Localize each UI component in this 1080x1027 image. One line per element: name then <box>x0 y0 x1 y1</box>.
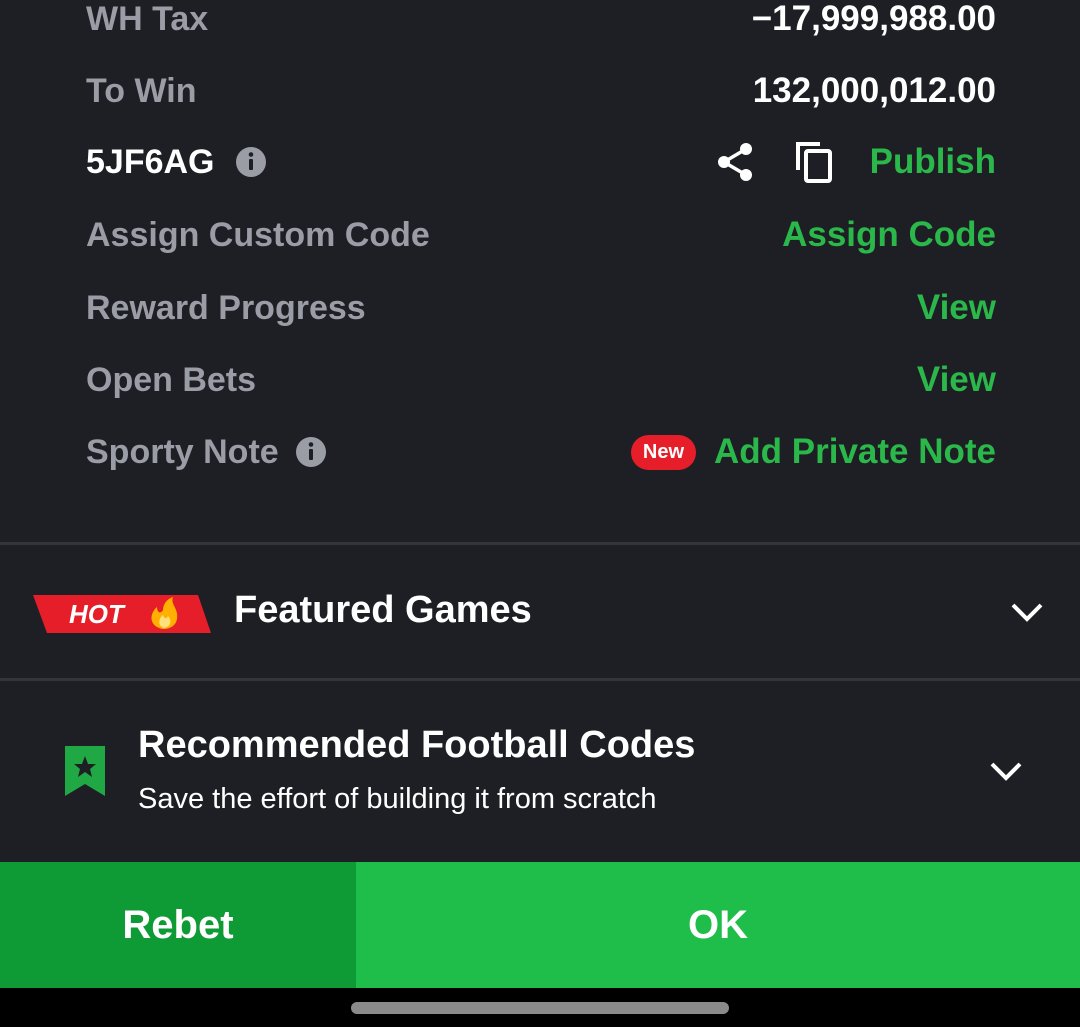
add-private-note-button[interactable]: Add Private Note <box>714 432 996 472</box>
sporty-note-label: Sporty Note <box>86 432 279 471</box>
reward-progress-row: Reward Progress View <box>86 278 996 338</box>
share-icon[interactable] <box>716 142 754 182</box>
bookmark-star-icon <box>65 746 105 796</box>
sporty-note-label-wrap: Sporty Note <box>86 433 327 472</box>
wh-tax-label: WH Tax <box>86 0 209 38</box>
home-gesture-handle[interactable] <box>351 1002 729 1014</box>
wh-tax-row: WH Tax −17,999,988.00 <box>86 0 996 49</box>
rebet-button[interactable]: Rebet <box>0 862 356 988</box>
recommended-title: Recommended Football Codes <box>138 724 696 766</box>
chevron-down-icon[interactable] <box>1010 602 1044 622</box>
sporty-note-row: Sporty Note New Add Private Note <box>86 422 996 482</box>
chevron-down-icon[interactable] <box>989 761 1023 781</box>
to-win-value: 132,000,012.00 <box>752 71 996 110</box>
open-bets-view-button[interactable]: View <box>917 360 996 400</box>
to-win-row: To Win 132,000,012.00 <box>86 61 996 121</box>
info-icon[interactable] <box>295 436 327 468</box>
recommended-codes-header[interactable]: Recommended Football Codes Save the effo… <box>0 681 1080 862</box>
note-actions: New Add Private Note <box>630 432 996 472</box>
hot-badge-text: HOT <box>69 599 126 629</box>
new-badge: New <box>630 434 696 470</box>
booking-code-row: 5JF6AG Publish <box>86 132 996 192</box>
custom-code-label: Assign Custom Code <box>86 215 430 254</box>
publish-button[interactable]: Publish <box>870 142 996 182</box>
booking-code: 5JF6AG <box>86 143 267 182</box>
featured-games-header[interactable]: HOT Featured Games <box>0 545 1080 678</box>
info-icon[interactable] <box>235 146 267 178</box>
custom-code-row: Assign Custom Code Assign Code <box>86 205 996 265</box>
assign-code-button[interactable]: Assign Code <box>782 215 996 255</box>
wh-tax-value: −17,999,988.00 <box>751 0 996 38</box>
booking-actions: Publish <box>716 140 996 184</box>
reward-progress-label: Reward Progress <box>86 288 366 327</box>
recommended-subtitle: Save the effort of building it from scra… <box>138 783 657 815</box>
ok-button[interactable]: OK <box>356 862 1080 988</box>
open-bets-row: Open Bets View <box>86 350 996 410</box>
reward-view-button[interactable]: View <box>917 288 996 328</box>
to-win-label: To Win <box>86 71 197 110</box>
copy-icon[interactable] <box>794 140 834 184</box>
featured-games-title: Featured Games <box>234 589 532 631</box>
open-bets-label: Open Bets <box>86 360 257 399</box>
booking-code-text: 5JF6AG <box>86 142 215 181</box>
hot-fire-badge: HOT <box>33 595 211 633</box>
